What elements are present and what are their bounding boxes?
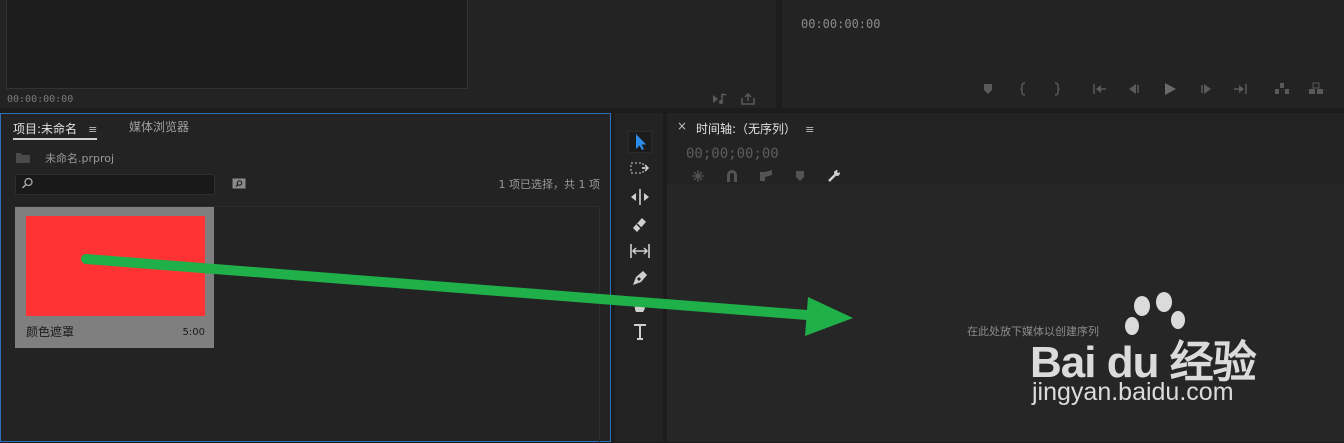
watermark-url: jingyan.baidu.com xyxy=(1032,378,1234,406)
baidu-jingyan-watermark: Bai du 经验 jingyan.baidu.com xyxy=(1030,292,1290,412)
